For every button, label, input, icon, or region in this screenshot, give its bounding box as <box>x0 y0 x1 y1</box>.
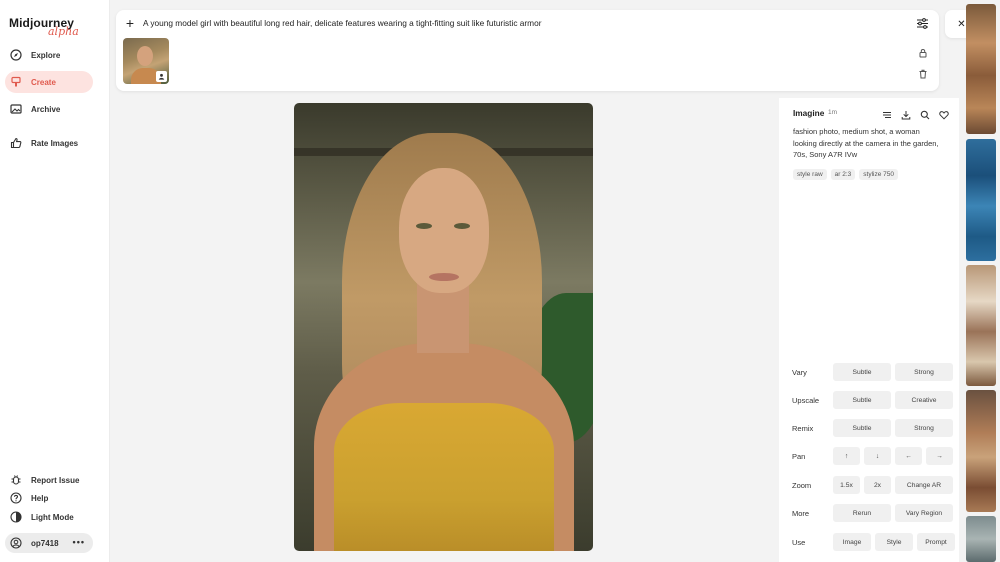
upscale-label: Upscale <box>792 395 820 405</box>
use-prompt-button[interactable]: Prompt <box>917 533 955 551</box>
menu-lines-icon[interactable] <box>882 107 892 125</box>
thumbs-up-icon <box>10 137 22 149</box>
search-icon[interactable] <box>920 107 930 125</box>
thumbnail-face <box>137 46 153 66</box>
sidebar: Midjourney alpha Explore Create Archive … <box>0 0 110 562</box>
bug-icon <box>10 474 22 486</box>
history-thumbnail[interactable] <box>966 139 996 261</box>
vary-region-button[interactable]: Vary Region <box>895 504 953 522</box>
image-icon <box>10 103 22 115</box>
download-icon[interactable] <box>901 107 911 125</box>
sun-icon <box>10 511 22 523</box>
zoom-row: Zoom 1.5x 2x Change AR <box>792 475 957 495</box>
logo-alpha-text: alpha <box>48 25 79 38</box>
vary-row: Vary Subtle Strong <box>792 362 957 382</box>
settings-sliders-icon[interactable] <box>916 17 929 30</box>
upscale-subtle-button[interactable]: Subtle <box>833 391 891 409</box>
job-type: Imagine <box>793 108 825 118</box>
vary-subtle-button[interactable]: Subtle <box>833 363 891 381</box>
character-reference-icon <box>156 71 167 82</box>
history-thumbnail[interactable] <box>966 265 996 386</box>
change-ar-button[interactable]: Change AR <box>895 476 953 494</box>
upscale-creative-button[interactable]: Creative <box>895 391 953 409</box>
report-issue-link[interactable]: Report Issue <box>5 471 93 489</box>
use-label: Use <box>792 537 806 547</box>
nav-rate-images-label: Rate Images <box>31 138 79 148</box>
history-strip <box>966 0 1000 562</box>
heart-icon[interactable] <box>939 107 949 125</box>
prompt-bar: + A young model girl with beautiful long… <box>116 10 939 91</box>
zoom-label: Zoom <box>792 480 812 490</box>
pan-row: Pan ↑ ↓ ← → <box>792 446 957 466</box>
image-details-panel: Imagine 1m fashion photo, medium shot, a… <box>779 98 959 562</box>
use-row: Use Image Style Prompt <box>792 532 957 552</box>
light-mode-label: Light Mode <box>31 512 74 522</box>
remix-row: Remix Subtle Strong <box>792 418 957 438</box>
remix-subtle-button[interactable]: Subtle <box>833 419 891 437</box>
nav-explore-label: Explore <box>31 50 61 60</box>
light-mode-toggle[interactable]: Light Mode <box>5 508 93 526</box>
parameter-tags: style raw ar 2:3 stylize 750 <box>793 169 898 180</box>
remix-label: Remix <box>792 423 814 433</box>
nav-create-label: Create <box>31 77 56 87</box>
image-right-eye <box>454 223 470 229</box>
help-link[interactable]: Help <box>5 489 93 507</box>
prompt-input[interactable]: A young model girl with beautiful long r… <box>143 18 541 28</box>
tag-aspect-ratio[interactable]: ar 2:3 <box>830 169 856 180</box>
upscale-row: Upscale Subtle Creative <box>792 390 957 410</box>
zoom-2x-button[interactable]: 2x <box>864 476 891 494</box>
prompt-image-thumbnail[interactable] <box>123 38 169 84</box>
vary-strong-button[interactable]: Strong <box>895 363 953 381</box>
image-lips <box>429 273 459 281</box>
report-issue-label: Report Issue <box>31 475 80 485</box>
help-icon <box>10 492 22 504</box>
rerun-button[interactable]: Rerun <box>833 504 891 522</box>
job-time: 1m <box>828 109 838 116</box>
trash-icon[interactable] <box>918 66 928 79</box>
nav-archive-label: Archive <box>31 104 61 114</box>
logo[interactable]: Midjourney alpha <box>9 14 99 44</box>
pan-up-button[interactable]: ↑ <box>833 447 860 465</box>
brush-icon <box>10 76 22 88</box>
pan-right-button[interactable]: → <box>926 447 953 465</box>
vary-label: Vary <box>792 367 807 377</box>
image-left-eye <box>416 223 432 229</box>
tag-stylize[interactable]: stylize 750 <box>859 169 898 180</box>
image-prompt-text: fashion photo, medium shot, a woman look… <box>793 127 939 159</box>
user-menu[interactable]: op7418 ••• <box>5 533 93 553</box>
pan-label: Pan <box>792 451 806 461</box>
history-thumbnail[interactable] <box>966 4 996 134</box>
image-toolbar <box>882 107 949 125</box>
use-style-button[interactable]: Style <box>875 533 913 551</box>
zoom-1-5x-button[interactable]: 1.5x <box>833 476 860 494</box>
add-icon[interactable]: + <box>124 16 136 30</box>
help-label: Help <box>31 493 49 503</box>
history-thumbnail[interactable] <box>966 516 996 562</box>
tag-style-raw[interactable]: style raw <box>793 169 827 180</box>
username: op7418 <box>31 538 59 548</box>
use-image-button[interactable]: Image <box>833 533 871 551</box>
history-thumbnail[interactable] <box>966 390 996 512</box>
avatar-icon <box>10 537 22 549</box>
image-yellow-top <box>334 403 554 551</box>
lock-icon[interactable] <box>918 45 928 58</box>
remix-strong-button[interactable]: Strong <box>895 419 953 437</box>
generated-image[interactable] <box>294 103 593 551</box>
pan-left-button[interactable]: ← <box>895 447 922 465</box>
nav-create[interactable]: Create <box>5 71 93 93</box>
more-row: More Rerun Vary Region <box>792 503 957 523</box>
close-icon: ✕ <box>957 18 966 30</box>
more-options-icon[interactable]: ••• <box>73 537 85 547</box>
more-label: More <box>792 508 810 518</box>
pan-down-button[interactable]: ↓ <box>864 447 891 465</box>
compass-icon <box>10 49 22 61</box>
nav-archive[interactable]: Archive <box>5 98 93 120</box>
image-neck <box>417 283 469 353</box>
nav-explore[interactable]: Explore <box>5 44 93 66</box>
nav-rate-images[interactable]: Rate Images <box>5 132 93 154</box>
